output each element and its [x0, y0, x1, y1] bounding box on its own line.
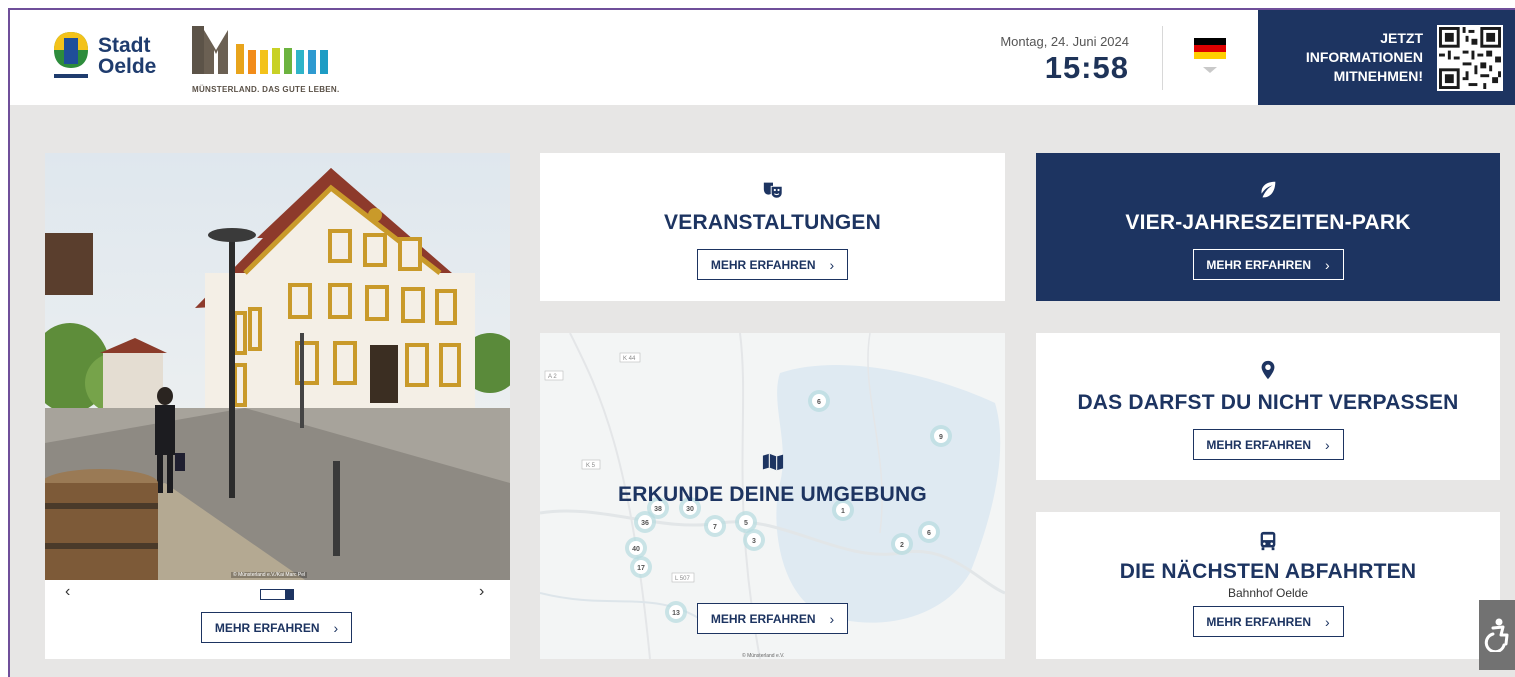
oelde-logo-icon: [54, 32, 88, 78]
slider-indicator-active: [285, 590, 293, 599]
card-park[interactable]: VIER-JAHRESZEITEN-PARK MEHR ERFAHREN ›: [1036, 153, 1500, 301]
theater-masks-icon: [763, 182, 783, 199]
chevron-left-icon[interactable]: ‹: [65, 583, 70, 601]
card-dont-miss[interactable]: DAS DARFST DU NICHT VERPASSEN MEHR ERFAH…: [1036, 333, 1500, 480]
dont-miss-more-button[interactable]: MEHR ERFAHREN ›: [1192, 429, 1344, 460]
card-departures[interactable]: DIE NÄCHSTEN ABFAHRTEN Bahnhof Oelde MEH…: [1036, 512, 1500, 659]
current-time: 15:58: [1044, 50, 1129, 85]
chevron-right-icon: ›: [829, 610, 835, 627]
chevron-right-icon: ›: [333, 619, 339, 636]
card-explore-title: ERKUNDE DEINE UMGEBUNG: [618, 483, 927, 506]
accessibility-icon: [1484, 618, 1509, 652]
accessibility-button[interactable]: [1479, 600, 1515, 670]
hero-image: [45, 153, 510, 580]
city-logo-text: Stadt Oelde: [98, 35, 156, 77]
germany-flag-icon: [1194, 38, 1226, 59]
card-explore-content: ERKUNDE DEINE UMGEBUNG MEHR ERFAHREN ›: [540, 333, 1005, 659]
current-date: Montag, 24. Juni 2024: [1000, 34, 1129, 49]
map-icon: [762, 453, 783, 471]
hero-more-label: MEHR ERFAHREN: [214, 620, 320, 635]
chevron-right-icon: ›: [829, 256, 835, 273]
chevron-right-icon: ›: [1325, 436, 1330, 453]
app-frame: Stadt Oelde MÜNSTERLAND. DAS GUTE LEBEN.…: [8, 8, 1515, 677]
header-divider: [1162, 26, 1163, 90]
card-events-title: VERANSTALTUNGEN: [664, 211, 881, 234]
city-logo-line1: Stadt: [98, 34, 151, 57]
chevron-right-icon[interactable]: ›: [479, 583, 484, 601]
card-departures-title: DIE NÄCHSTEN ABFAHRTEN: [1119, 560, 1417, 583]
departures-more-label: MEHR ERFAHREN: [1206, 614, 1311, 629]
city-logo[interactable]: Stadt Oelde: [52, 30, 156, 82]
info-qr-box[interactable]: JETZT INFORMATIONEN MITNEHMEN!: [1258, 10, 1515, 105]
explore-more-label: MEHR ERFAHREN: [710, 611, 816, 626]
language-selector[interactable]: [1194, 38, 1226, 73]
card-park-title: VIER-JAHRESZEITEN-PARK: [1125, 211, 1411, 234]
card-departures-subtitle: Bahnhof Oelde: [1227, 586, 1309, 600]
events-more-label: MEHR ERFAHREN: [710, 257, 816, 272]
hero-more-button[interactable]: MEHR ERFAHREN ›: [201, 612, 352, 643]
date-time: Montag, 24. Juni 2024 15:58: [1000, 34, 1129, 86]
card-events[interactable]: VERANSTALTUNGEN MEHR ERFAHREN ›: [540, 153, 1005, 301]
events-more-button[interactable]: MEHR ERFAHREN ›: [697, 249, 848, 280]
map-marker-icon: [1261, 360, 1275, 380]
city-logo-line2: Oelde: [98, 55, 157, 78]
chevron-right-icon: ›: [1325, 613, 1330, 630]
chevron-down-icon: [1203, 67, 1217, 73]
map-credit: © Münsterland e.V.: [742, 653, 785, 659]
departures-more-button[interactable]: MEHR ERFAHREN ›: [1192, 606, 1344, 637]
leaf-icon: [1261, 181, 1276, 198]
park-more-button[interactable]: MEHR ERFAHREN ›: [1192, 249, 1344, 280]
image-credit: © Münsterland e.V./Kai Marc Pel: [231, 572, 308, 578]
muensterland-logo[interactable]: MÜNSTERLAND. DAS GUTE LEBEN.: [192, 26, 352, 94]
header: Stadt Oelde MÜNSTERLAND. DAS GUTE LEBEN.…: [10, 10, 1515, 105]
chevron-right-icon: ›: [1325, 256, 1330, 273]
explore-more-button[interactable]: MEHR ERFAHREN ›: [697, 603, 848, 634]
card-dont-miss-title: DAS DARFST DU NICHT VERPASSEN: [1077, 391, 1459, 414]
hero-slider[interactable]: © Münsterland e.V./Kai Marc Pel ‹ › MEHR…: [45, 153, 510, 659]
muensterland-logo-icon: [192, 26, 328, 74]
bus-icon: [1260, 531, 1276, 551]
muensterland-caption: MÜNSTERLAND. DAS GUTE LEBEN.: [192, 85, 340, 94]
card-explore[interactable]: K 44 A 2 K 5 L 507 6 9 38 36 30 7 5 3 1 …: [540, 333, 1005, 659]
info-qr-text: JETZT INFORMATIONEN MITNEHMEN!: [1305, 30, 1423, 84]
dont-miss-more-label: MEHR ERFAHREN: [1206, 437, 1311, 452]
slider-indicator[interactable]: [260, 589, 294, 600]
park-more-label: MEHR ERFAHREN: [1206, 257, 1311, 272]
qr-code-icon: [1437, 24, 1503, 91]
